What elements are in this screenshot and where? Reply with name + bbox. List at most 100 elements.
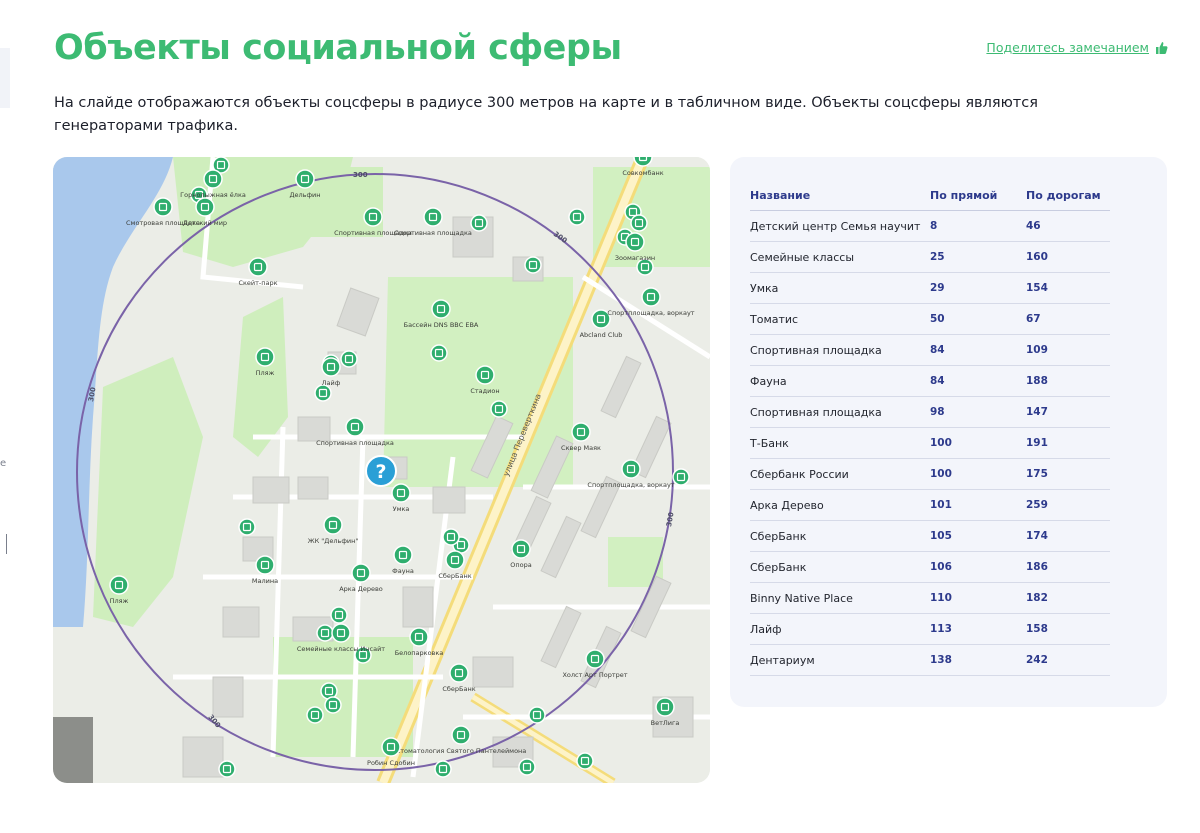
- poi-marker-icon[interactable]: [470, 214, 488, 232]
- poi-marker-icon[interactable]: [391, 483, 411, 503]
- poi-marker-icon[interactable]: [340, 350, 358, 368]
- poi-marker-icon[interactable]: [255, 347, 275, 367]
- cell-name: Спортивная площадка: [750, 396, 930, 428]
- poi-marker-icon[interactable]: [295, 169, 315, 189]
- poi-marker-icon[interactable]: [330, 606, 348, 624]
- poi-marker-icon[interactable]: [345, 417, 365, 437]
- cell-name: Сбербанк России: [750, 458, 930, 490]
- table-row: Сбербанк России 100 175: [750, 458, 1110, 490]
- cell-road-distance: 109: [1026, 334, 1110, 366]
- cell-straight-distance: 113: [930, 613, 1026, 645]
- poi-marker-icon[interactable]: [518, 758, 536, 776]
- table-row: Детский центр Семья научит 8 46: [750, 210, 1110, 242]
- poi-label: Сквер Маяк: [561, 444, 601, 452]
- poi-label: Зоомагазин: [615, 254, 655, 262]
- poi-marker-icon[interactable]: [423, 207, 443, 227]
- poi-marker-icon[interactable]: [321, 357, 341, 377]
- poi-marker-icon[interactable]: [630, 214, 648, 232]
- map-canvas: 300 300 300 300 300 улица Переверткина Г…: [53, 157, 710, 783]
- poi-marker-icon[interactable]: [434, 760, 452, 778]
- cell-road-distance: 154: [1026, 272, 1110, 304]
- cell-road-distance: 158: [1026, 613, 1110, 645]
- poi-marker-icon[interactable]: [314, 384, 332, 402]
- table-row: Спортивная площадка 84 109: [750, 334, 1110, 366]
- poi-table: Название По прямой По дорогам Детский це…: [750, 183, 1110, 676]
- poi-marker-icon[interactable]: [431, 299, 451, 319]
- poi-marker-icon[interactable]: [109, 575, 129, 595]
- poi-marker-icon[interactable]: [218, 760, 236, 778]
- table-row: Семейные классы 25 160: [750, 241, 1110, 273]
- poi-marker-icon[interactable]: [524, 256, 542, 274]
- poi-marker-icon[interactable]: [621, 459, 641, 479]
- poi-label: Стадион: [470, 387, 499, 395]
- poi-marker-icon[interactable]: [409, 627, 429, 647]
- poi-table-panel: Название По прямой По дорогам Детский це…: [730, 157, 1167, 707]
- poi-marker-icon[interactable]: [625, 232, 645, 252]
- poi-marker-icon[interactable]: [203, 169, 223, 189]
- poi-label: Умка: [393, 505, 410, 513]
- poi-marker-icon[interactable]: [511, 539, 531, 559]
- map-view[interactable]: 300 300 300 300 300 улица Переверткина Г…: [53, 157, 710, 783]
- radius-label-north: 300: [353, 171, 368, 179]
- poi-marker-icon[interactable]: [153, 197, 173, 217]
- share-feedback-link[interactable]: Поделитесь замечанием: [986, 40, 1168, 55]
- poi-marker-icon[interactable]: [672, 468, 690, 486]
- poi-marker-icon[interactable]: [451, 725, 471, 745]
- poi-label: Спортивная площадка: [316, 439, 394, 447]
- poi-marker-icon[interactable]: [323, 515, 343, 535]
- cell-straight-distance: 100: [930, 458, 1026, 490]
- left-edge-line: [6, 534, 7, 554]
- poi-marker-icon[interactable]: [585, 649, 605, 669]
- left-edge-mark: e: [0, 458, 7, 469]
- poi-marker-icon[interactable]: [238, 518, 256, 536]
- table-row: Арка Дерево 101 259: [750, 489, 1110, 521]
- cell-straight-distance: 105: [930, 520, 1026, 552]
- poi-label: Стоматология Святого Пантелеймона: [396, 747, 527, 755]
- poi-marker-icon[interactable]: [306, 706, 324, 724]
- poi-marker-icon[interactable]: [445, 550, 465, 570]
- cell-name: Т-Банк: [750, 427, 930, 459]
- page-title: Объекты социальной сферы: [54, 28, 622, 68]
- cell-name: Арка Дерево: [750, 489, 930, 521]
- poi-label: ЖК "Дельфин": [308, 537, 359, 545]
- poi-marker-icon[interactable]: [449, 663, 469, 683]
- poi-marker-icon[interactable]: [255, 555, 275, 575]
- poi-marker-icon[interactable]: [528, 706, 546, 724]
- poi-marker-icon[interactable]: [363, 207, 383, 227]
- poi-marker-icon[interactable]: [475, 365, 495, 385]
- poi-label: Скейт-парк: [238, 279, 277, 287]
- poi-marker-icon[interactable]: [430, 344, 448, 362]
- cell-straight-distance: 25: [930, 241, 1026, 273]
- table-row: Дентариум 138 242: [750, 644, 1110, 676]
- poi-marker-icon[interactable]: [571, 422, 591, 442]
- poi-marker-icon[interactable]: [641, 287, 661, 307]
- poi-marker-icon[interactable]: [195, 197, 215, 217]
- cell-road-distance: 182: [1026, 582, 1110, 614]
- col-header-straight: По прямой: [930, 183, 1026, 211]
- cell-name: Лайф: [750, 613, 930, 645]
- table-header-row: Название По прямой По дорогам: [750, 183, 1110, 211]
- poi-marker-icon[interactable]: [655, 697, 675, 717]
- poi-label: СберБанк: [442, 685, 475, 693]
- poi-marker-icon[interactable]: [331, 623, 351, 643]
- poi-label: Совкомбанк: [622, 169, 663, 177]
- poi-marker-icon[interactable]: [490, 400, 508, 418]
- poi-marker-icon[interactable]: [442, 528, 460, 546]
- poi-label: Дельфин: [289, 191, 320, 199]
- cell-road-distance: 147: [1026, 396, 1110, 428]
- poi-label: Опора: [510, 561, 531, 569]
- cell-road-distance: 188: [1026, 365, 1110, 397]
- table-row: Умка 29 154: [750, 272, 1110, 304]
- target-location-marker[interactable]: ?: [365, 455, 397, 487]
- poi-marker-icon[interactable]: [324, 696, 342, 714]
- table-row: Томатис 50 67: [750, 303, 1110, 335]
- poi-marker-icon[interactable]: [576, 752, 594, 770]
- poi-marker-icon[interactable]: [568, 208, 586, 226]
- cell-straight-distance: 106: [930, 551, 1026, 583]
- poi-marker-icon[interactable]: [248, 257, 268, 277]
- poi-marker-icon[interactable]: [316, 624, 334, 642]
- poi-marker-icon[interactable]: [393, 545, 413, 565]
- poi-marker-icon[interactable]: [381, 737, 401, 757]
- table-row: СберБанк 106 186: [750, 551, 1110, 583]
- poi-marker-icon[interactable]: [351, 563, 371, 583]
